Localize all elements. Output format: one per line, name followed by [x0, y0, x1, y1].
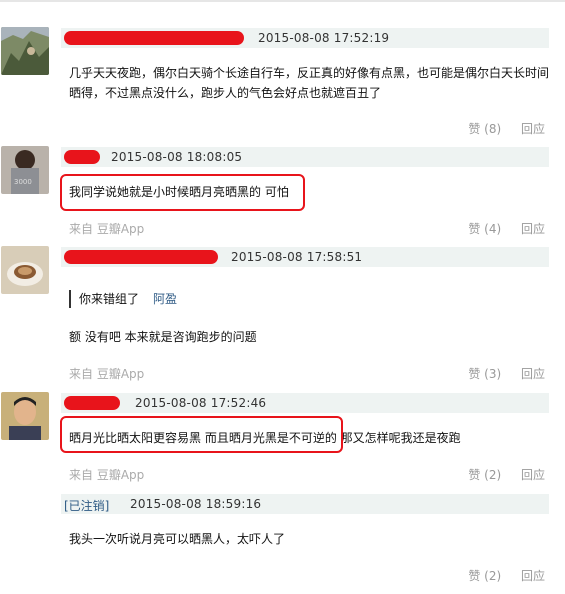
comment-actions: 赞 (2) 回应	[468, 567, 545, 584]
comment-actions: 赞 (3) 回应	[468, 365, 545, 382]
comment-3-text: 额 没有吧 本来就是咨询跑步的问题	[69, 330, 257, 344]
like-button[interactable]: 赞 (8)	[468, 122, 501, 136]
quote-text: 你来错组了	[79, 292, 140, 306]
redacted-username	[64, 150, 100, 164]
comment-time: 2015-08-08 18:08:05	[111, 150, 243, 164]
deleted-user-label: [已注销]	[64, 499, 110, 513]
comment-time: 2015-08-08 18:59:16	[130, 497, 262, 511]
top-divider	[0, 0, 565, 2]
redacted-username	[64, 250, 218, 264]
like-button[interactable]: 赞 (2)	[468, 569, 501, 583]
comment-5-footer: 赞 (2) 回应	[69, 567, 545, 583]
comment-time: 2015-08-08 17:52:19	[258, 31, 390, 45]
comment-3-footer: 来自 豆瓣App 赞 (3) 回应	[69, 365, 545, 381]
reply-button[interactable]: 回应	[521, 367, 545, 381]
comment-3-header: 2015-08-08 17:58:51	[61, 247, 549, 267]
reply-button[interactable]: 回应	[521, 569, 545, 583]
avatar-comment-4[interactable]	[1, 392, 49, 440]
source-label[interactable]: 来自 豆瓣App	[69, 365, 144, 382]
comment-time: 2015-08-08 17:52:46	[135, 396, 267, 410]
source-label[interactable]: 来自 豆瓣App	[69, 466, 144, 483]
comment-4-footer: 来自 豆瓣App 赞 (2) 回应	[69, 466, 545, 482]
comment-actions: 赞 (2) 回应	[468, 466, 545, 483]
comment-4-header: 2015-08-08 17:52:46	[61, 393, 549, 413]
source-label[interactable]: 来自 豆瓣App	[69, 220, 144, 237]
comment-1-footer: 赞 (8) 回应	[69, 120, 545, 136]
red-highlight-box	[60, 416, 343, 453]
svg-text:3000: 3000	[14, 178, 32, 186]
reply-button[interactable]: 回应	[521, 222, 545, 236]
like-button[interactable]: 赞 (2)	[468, 468, 501, 482]
like-button[interactable]: 赞 (4)	[468, 222, 501, 236]
reply-button[interactable]: 回应	[521, 122, 545, 136]
quoted-reply: 你来错组了 阿盈	[69, 290, 177, 308]
red-highlight-box	[60, 174, 305, 211]
avatar-comment-2[interactable]: 3000	[1, 146, 49, 194]
comment-text-line: 几乎天天夜跑，偶尔白天骑个长途自行车，反正真的好像有点黑，也可能是偶尔白天长时间	[69, 66, 550, 80]
comment-text-line: 晒得，不过黑点没什么，跑步人的气色会好点也就遮百丑了	[69, 86, 382, 100]
avatar-comment-3[interactable]	[1, 246, 49, 294]
like-button[interactable]: 赞 (3)	[468, 367, 501, 381]
comment-actions: 赞 (4) 回应	[468, 220, 545, 237]
redacted-username	[64, 31, 244, 45]
redacted-username	[64, 396, 120, 410]
comment-1-header: 2015-08-08 17:52:19	[61, 28, 549, 48]
comment-2-header: 2015-08-08 18:08:05	[61, 147, 549, 167]
comment-1-text: 几乎天天夜跑，偶尔白天骑个长途自行车，反正真的好像有点黑，也可能是偶尔白天长时间…	[69, 63, 549, 103]
comment-time: 2015-08-08 17:58:51	[231, 250, 363, 264]
avatar-comment-1[interactable]	[1, 27, 49, 75]
quote-author-link[interactable]: 阿盈	[153, 292, 177, 306]
comment-5-text: 我头一次听说月亮可以晒黑人，太吓人了	[69, 532, 286, 546]
comment-2-footer: 来自 豆瓣App 赞 (4) 回应	[69, 220, 545, 236]
reply-button[interactable]: 回应	[521, 468, 545, 482]
comment-actions: 赞 (8) 回应	[468, 120, 545, 137]
comment-5-header: [已注销] 2015-08-08 18:59:16	[61, 494, 549, 514]
